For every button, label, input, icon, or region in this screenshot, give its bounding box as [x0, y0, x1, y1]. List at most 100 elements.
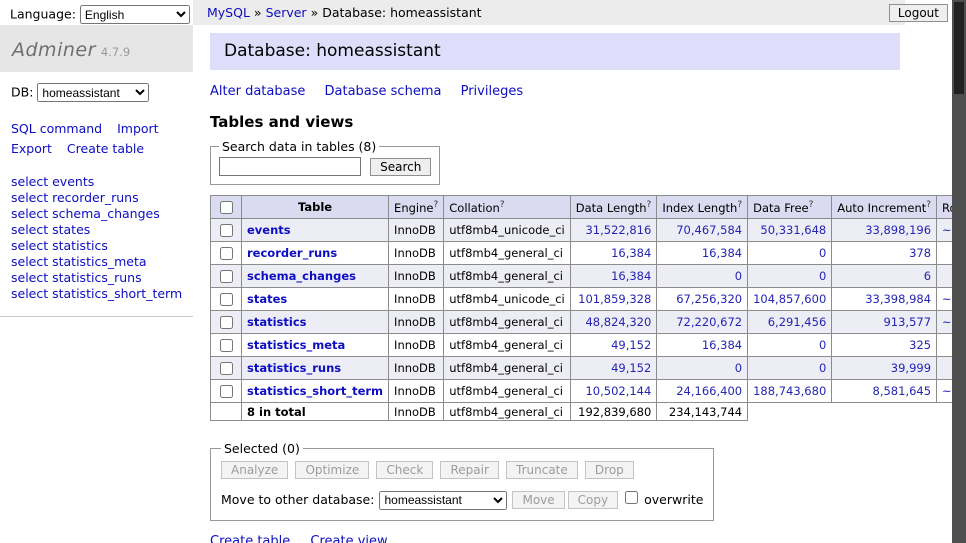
table-link[interactable]: statistics_short_term — [247, 384, 383, 398]
table-link[interactable]: statistics_meta — [247, 338, 345, 352]
language-area: Language:English — [10, 5, 190, 24]
sidebar-link-sql-command[interactable]: SQL command — [11, 121, 102, 136]
breadcrumb-current: Database: homeassistant — [322, 5, 481, 20]
move-button[interactable]: Move — [512, 491, 564, 509]
sidebar-link-create-table[interactable]: Create table — [67, 141, 144, 156]
drop-button[interactable]: Drop — [585, 461, 634, 479]
alter-database-link[interactable]: Alter database — [210, 84, 305, 99]
sidebar-item-select-statistics-short-term[interactable]: select statistics_short_term — [11, 286, 183, 302]
sidebar-item-select-states[interactable]: select states — [11, 222, 183, 238]
cell-engine: InnoDB — [389, 357, 444, 380]
table-row: states InnoDB utf8mb4_unicode_ci 101,859… — [211, 288, 953, 311]
cell-index-length: 16,384 — [657, 334, 748, 357]
row-checkbox[interactable] — [220, 339, 233, 352]
search-button[interactable]: Search — [370, 158, 431, 176]
rows-count-link[interactable]: ~ 299,833 — [942, 292, 952, 306]
total-engine: InnoDB — [389, 403, 444, 421]
language-select[interactable]: English — [80, 5, 190, 24]
page-title: Database: homeassistant — [210, 33, 900, 70]
cell-data-length: 48,824,320 — [570, 311, 657, 334]
sidebar-link-import[interactable]: Import — [117, 121, 159, 136]
logout-button[interactable]: Logout — [889, 4, 948, 22]
repair-button[interactable]: Repair — [440, 461, 498, 479]
rows-count-link[interactable]: ~ 136,108 — [942, 384, 952, 398]
check-button[interactable]: Check — [376, 461, 433, 479]
sidebar-item-select-statistics[interactable]: select statistics — [11, 238, 183, 254]
create-links: Create table Create view — [210, 534, 900, 543]
create-view-link[interactable]: Create view — [310, 534, 387, 543]
table-link[interactable]: statistics_runs — [247, 361, 341, 375]
cell-engine: InnoDB — [389, 288, 444, 311]
table-row: statistics_meta InnoDB utf8mb4_general_c… — [211, 334, 953, 357]
adminer-brand-link[interactable]: Adminer — [12, 39, 96, 61]
table-row: statistics_runs InnoDB utf8mb4_general_c… — [211, 357, 953, 380]
sidebar-item-select-recorder-runs[interactable]: select recorder_runs — [11, 190, 183, 206]
sidebar-link-export[interactable]: Export — [11, 141, 52, 156]
database-schema-link[interactable]: Database schema — [325, 84, 442, 99]
sidebar-item-select-statistics-runs[interactable]: select statistics_runs — [11, 270, 183, 286]
cell-rows: ~ 3 — [937, 265, 952, 288]
row-checkbox[interactable] — [220, 293, 233, 306]
help-icon[interactable]: ? — [926, 200, 931, 210]
cell-data-length: 16,384 — [570, 242, 657, 265]
header-data-free: Data Free? — [748, 196, 832, 219]
selected-fieldset: Selected (0) Analyze Optimize Check Repa… — [210, 441, 714, 521]
row-checkbox[interactable] — [220, 224, 233, 237]
breadcrumb-link-server[interactable]: Server — [266, 5, 307, 20]
overwrite-checkbox[interactable] — [625, 491, 638, 504]
cell-collation: utf8mb4_general_ci — [444, 311, 571, 334]
cell-data-length: 101,859,328 — [570, 288, 657, 311]
cell-rows: ~ 136,108 — [937, 380, 952, 403]
help-icon[interactable]: ? — [647, 200, 652, 210]
cell-engine: InnoDB — [389, 311, 444, 334]
optimize-button[interactable]: Optimize — [295, 461, 369, 479]
table-link[interactable]: events — [247, 223, 291, 237]
breadcrumb-separator: » — [254, 5, 262, 20]
header-table: Table — [242, 196, 389, 219]
cell-collation: utf8mb4_general_ci — [444, 265, 571, 288]
db-select[interactable]: homeassistant — [37, 83, 149, 102]
vertical-scrollbar[interactable] — [952, 0, 966, 543]
cell-collation: utf8mb4_general_ci — [444, 380, 571, 403]
table-link[interactable]: states — [247, 292, 287, 306]
row-checkbox[interactable] — [220, 270, 233, 283]
header-index-length: Index Length? — [657, 196, 748, 219]
cell-index-length: 0 — [657, 265, 748, 288]
help-icon[interactable]: ? — [809, 200, 814, 210]
select-all-checkbox[interactable] — [220, 201, 233, 214]
rows-count-link[interactable]: ~ 312,180 — [942, 223, 952, 237]
search-input[interactable] — [219, 157, 361, 176]
table-link[interactable]: schema_changes — [247, 269, 356, 283]
cell-engine: InnoDB — [389, 265, 444, 288]
cell-index-length: 16,384 — [657, 242, 748, 265]
create-table-link[interactable]: Create table — [210, 534, 290, 543]
table-link[interactable]: statistics — [247, 315, 307, 329]
row-checkbox[interactable] — [220, 385, 233, 398]
cell-rows: ~ 5 — [937, 242, 952, 265]
copy-button[interactable]: Copy — [568, 491, 618, 509]
sidebar-item-select-schema-changes[interactable]: select schema_changes — [11, 206, 183, 222]
help-icon[interactable]: ? — [737, 200, 742, 210]
cell-rows: ~ 244 — [937, 334, 952, 357]
sidebar-item-select-statistics-meta[interactable]: select statistics_meta — [11, 254, 183, 270]
cell-rows: ~ 569,159 — [937, 311, 952, 334]
rows-count-link[interactable]: ~ 569,159 — [942, 315, 952, 329]
help-icon[interactable]: ? — [433, 200, 438, 210]
help-icon[interactable]: ? — [500, 200, 505, 210]
analyze-button[interactable]: Analyze — [221, 461, 288, 479]
header-rows: Rows? — [937, 196, 952, 219]
table-row: statistics_short_term InnoDB utf8mb4_gen… — [211, 380, 953, 403]
scrollbar-thumb[interactable] — [954, 2, 964, 94]
sidebar-item-select-events[interactable]: select events — [11, 174, 183, 190]
breadcrumb-link-mysql[interactable]: MySQL — [207, 5, 250, 20]
truncate-button[interactable]: Truncate — [506, 461, 578, 479]
row-checkbox[interactable] — [220, 362, 233, 375]
row-checkbox[interactable] — [220, 316, 233, 329]
move-db-select[interactable]: homeassistant — [379, 491, 507, 510]
cell-engine: InnoDB — [389, 334, 444, 357]
row-checkbox[interactable] — [220, 247, 233, 260]
cell-collation: utf8mb4_unicode_ci — [444, 219, 571, 242]
cell-auto-increment: 8,581,645 — [832, 380, 937, 403]
privileges-link[interactable]: Privileges — [461, 84, 524, 99]
table-link[interactable]: recorder_runs — [247, 246, 337, 260]
